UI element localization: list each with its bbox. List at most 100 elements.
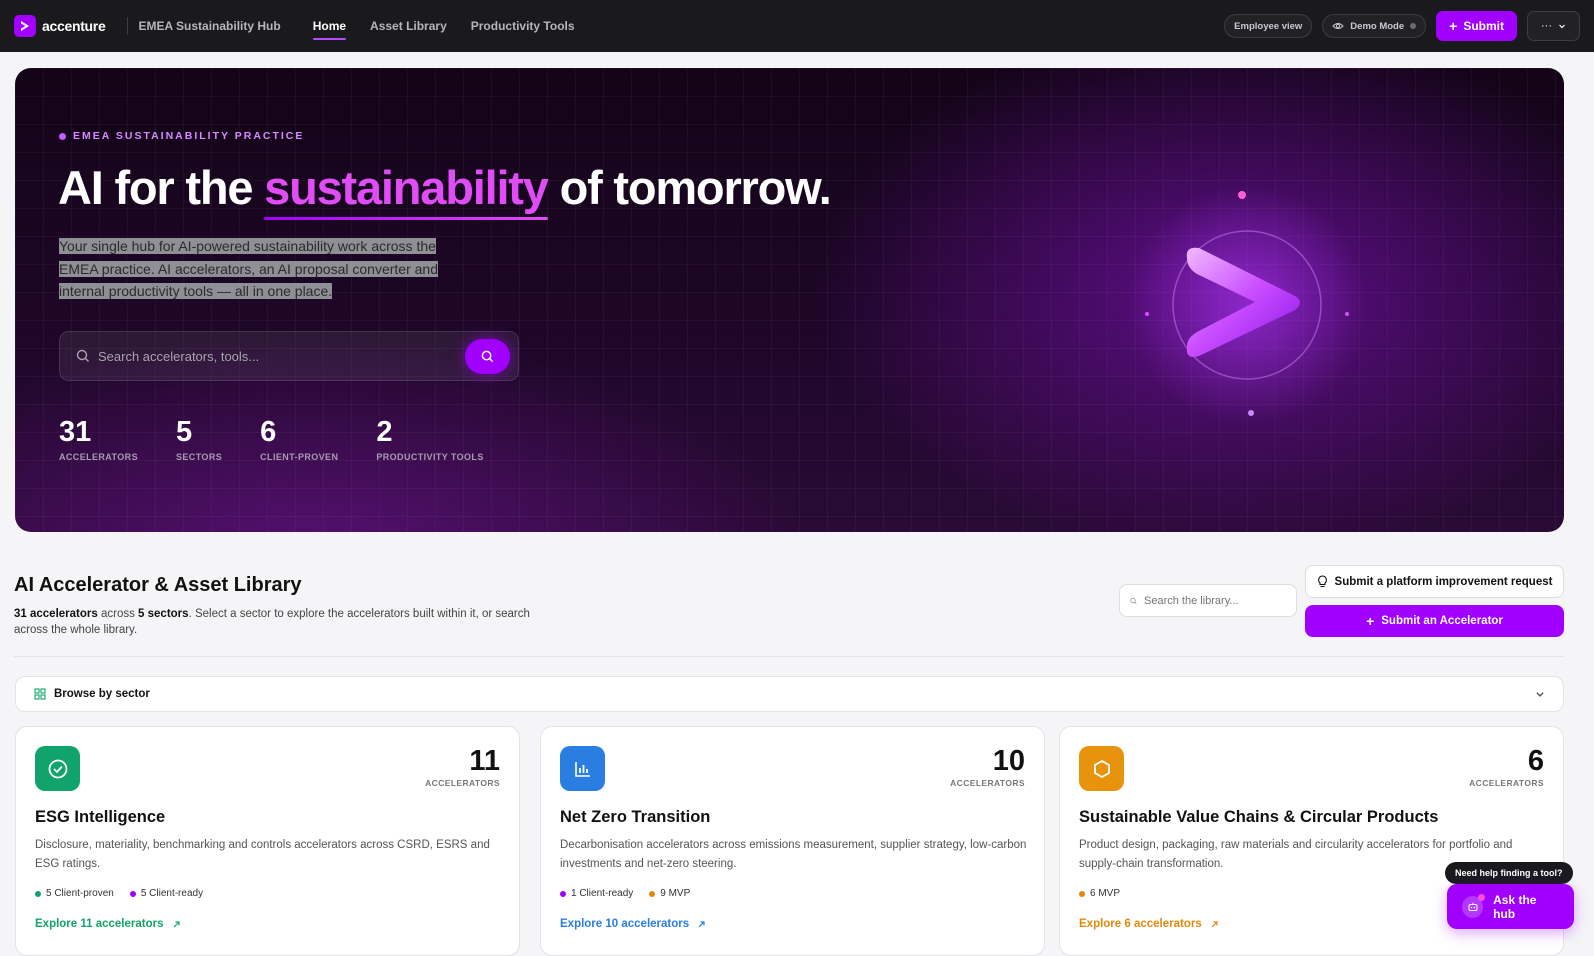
hero-search-input[interactable]	[98, 348, 465, 364]
search-icon	[1130, 597, 1137, 604]
card-tags: 1 Client-ready 9 MVP	[560, 888, 690, 899]
stat-value: 2	[376, 416, 393, 448]
ask-the-hub-button[interactable]: Ask the hub	[1447, 884, 1574, 929]
tag-label: 5 Client-ready	[140, 888, 204, 899]
hero-search-bar	[59, 331, 519, 381]
stat-label: ACCELERATORS	[59, 452, 138, 462]
stat-value: 31	[59, 416, 92, 448]
improvement-request-label: Submit a platform improvement request	[1334, 575, 1553, 588]
accenture-logo-icon	[14, 15, 36, 37]
tag-label: 9 MVP	[660, 888, 691, 899]
brand-name: accenture	[42, 18, 106, 34]
card-count: 11 ACCELERATORS	[425, 746, 500, 788]
tag-mvp: 6 MVP	[1079, 888, 1120, 899]
sector-card-net-zero-transition[interactable]: 10 ACCELERATORS Net Zero Transition Deca…	[540, 726, 1045, 956]
card-description: Disclosure, materiality, benchmarking an…	[35, 839, 490, 870]
arrow-up-right-icon	[173, 920, 180, 927]
help-tooltip: Need help finding a tool?	[1445, 862, 1573, 884]
browse-label: Browse by sector	[54, 688, 150, 700]
card-count-value: 10	[992, 745, 1025, 777]
tag-dot	[649, 890, 656, 897]
library-search-input[interactable]	[1144, 594, 1286, 607]
card-title: Sustainable Value Chains & Circular Prod…	[1079, 808, 1439, 826]
hero-title-post: of tomorrow.	[559, 161, 832, 214]
card-icon-tile	[560, 746, 605, 791]
library-search-bar	[1119, 584, 1297, 617]
library-title: AI Accelerator & Asset Library	[14, 574, 302, 596]
check-circle-icon	[48, 759, 67, 778]
card-title: Net Zero Transition	[560, 808, 711, 826]
hero-search-button[interactable]	[465, 338, 510, 374]
eyebrow-text: EMEA SUSTAINABILITY PRACTICE	[73, 130, 305, 142]
card-icon-tile	[1079, 746, 1124, 791]
tab-asset-library[interactable]: Asset Library	[358, 0, 459, 52]
stat-label: PRODUCTIVITY TOOLS	[376, 452, 484, 462]
hero-title: AI for the sustainability of tomorrow.	[58, 160, 832, 215]
stat-sectors: 5 SECTORS	[176, 416, 222, 462]
explore-value-chains-link[interactable]: Explore 6 accelerators	[1079, 918, 1219, 930]
section-divider	[14, 656, 1564, 657]
top-nav: accenture EMEA Sustainability Hub Home A…	[0, 0, 1594, 52]
card-tags: 5 Client-proven 5 Client-ready	[35, 888, 203, 899]
search-icon	[481, 350, 494, 362]
explore-link-label: Explore 6 accelerators	[1079, 918, 1202, 930]
tab-productivity-tools[interactable]: Productivity Tools	[459, 0, 587, 52]
hero-eyebrow: EMEA SUSTAINABILITY PRACTICE	[59, 130, 304, 142]
brand-logo[interactable]: accenture	[14, 15, 106, 37]
eyebrow-dot	[59, 132, 66, 140]
card-title: ESG Intelligence	[35, 808, 166, 826]
sector-card-esg-intelligence[interactable]: 11 ACCELERATORS ESG Intelligence Disclos…	[15, 726, 520, 956]
tag-label: 6 MVP	[1090, 888, 1121, 899]
nav-divider	[127, 17, 129, 35]
tag-client-ready: 1 Client-ready	[560, 888, 633, 899]
more-menu-button[interactable]: ···	[1527, 11, 1580, 41]
employee-view-toggle[interactable]: Employee view	[1224, 14, 1313, 38]
search-icon	[76, 349, 89, 362]
hero-banner: EMEA SUSTAINABILITY PRACTICE AI for the …	[15, 68, 1564, 532]
submit-label: Submit	[1463, 19, 1504, 33]
card-description: Decarbonisation accelerators across emis…	[560, 839, 1027, 870]
hexagon-icon	[1093, 759, 1110, 778]
more-dots-icon: ···	[1541, 20, 1552, 32]
card-count: 6 ACCELERATORS	[1469, 746, 1544, 788]
tag-label: 1 Client-ready	[571, 888, 634, 899]
ask-the-hub-label: Ask the hub	[1493, 892, 1537, 921]
tab-home[interactable]: Home	[301, 0, 358, 52]
explore-esg-link[interactable]: Explore 11 accelerators	[35, 918, 181, 930]
tag-dot	[560, 890, 566, 897]
hero-title-pre: AI for the	[58, 161, 253, 214]
submit-button[interactable]: + Submit	[1436, 11, 1517, 41]
improvement-request-button[interactable]: Submit a platform improvement request	[1305, 565, 1564, 598]
explore-net-zero-link[interactable]: Explore 10 accelerators	[560, 918, 706, 930]
stat-label: SECTORS	[175, 452, 223, 462]
tag-mvp: 9 MVP	[649, 888, 690, 899]
library-sectors: 5 sectors	[138, 608, 189, 620]
grid-icon	[34, 688, 46, 700]
tag-client-proven: 5 Client-proven	[35, 888, 114, 899]
explore-link-label: Explore 10 accelerators	[560, 918, 690, 930]
library-count: 31 accelerators	[14, 608, 98, 620]
stat-client-proven: 6 CLIENT-PROVEN	[260, 416, 338, 462]
card-count-value: 11	[469, 745, 500, 777]
demo-mode-toggle[interactable]: Demo Mode	[1322, 14, 1427, 38]
card-count-label: ACCELERATORS	[950, 778, 1025, 788]
hero-title-accent: sustainability	[264, 161, 549, 214]
stat-productivity-tools: 2 PRODUCTIVITY TOOLS	[376, 416, 483, 462]
card-count-label: ACCELERATORS	[425, 778, 500, 788]
tag-dot	[35, 890, 41, 897]
stat-value: 5	[175, 416, 193, 448]
submit-accelerator-button[interactable]: + Submit an Accelerator	[1305, 605, 1564, 637]
hub-title: EMEA Sustainability Hub	[138, 19, 281, 33]
tag-dot	[1079, 890, 1085, 897]
lightbulb-icon	[1317, 575, 1327, 588]
employee-view-label: Employee view	[1234, 20, 1303, 32]
browse-by-sector-dropdown[interactable]: Browse by sector	[15, 676, 1564, 712]
hero-description-text: Your single hub for AI-powered sustainab…	[59, 238, 438, 299]
tag-client-ready: 5 Client-ready	[129, 888, 204, 899]
demo-mode-status-dot	[1410, 23, 1417, 29]
stat-value: 6	[260, 416, 277, 448]
tag-label: 5 Client-proven	[46, 888, 114, 899]
chevron-down-icon	[1536, 692, 1544, 697]
arrow-up-right-icon	[1211, 920, 1218, 927]
explore-link-label: Explore 11 accelerators	[35, 918, 164, 930]
